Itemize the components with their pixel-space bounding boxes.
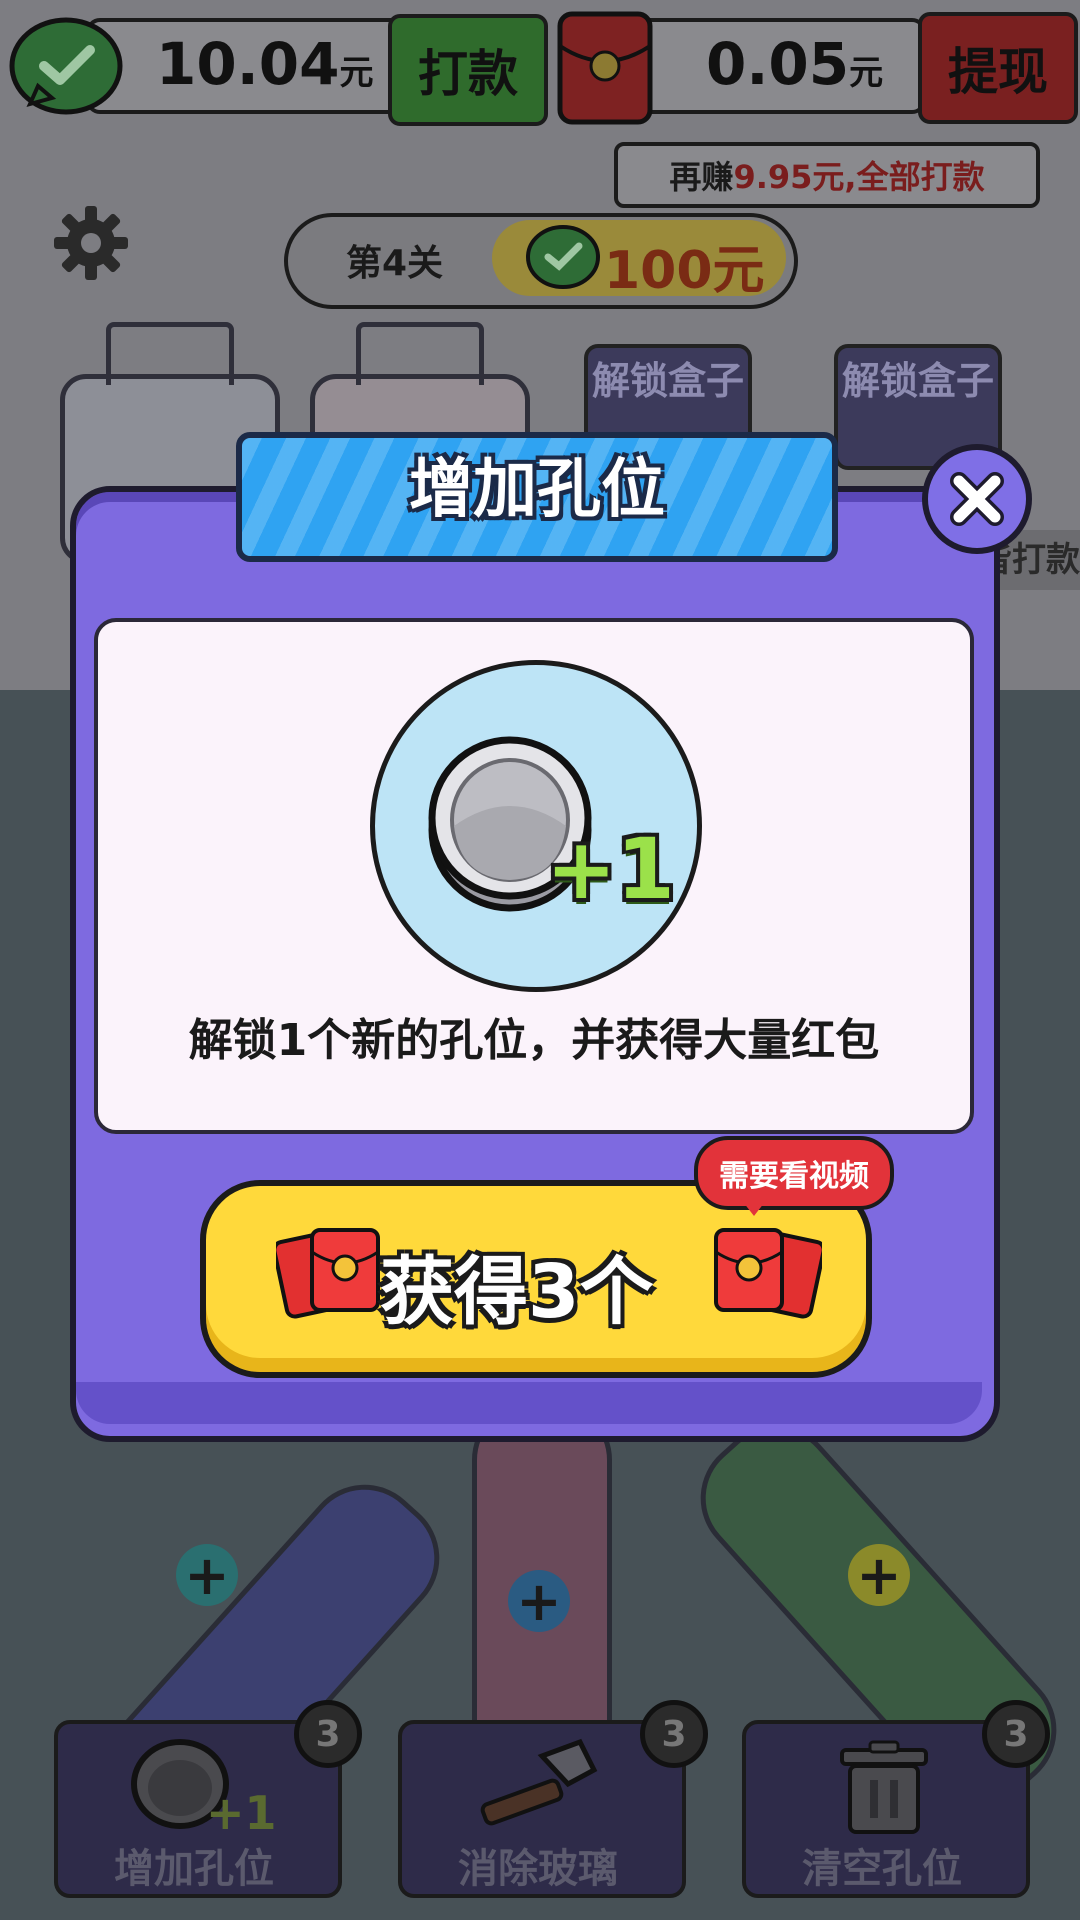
tool-remove-glass-count: 3 xyxy=(640,1700,708,1768)
plus-one-badge: +1 xyxy=(546,820,675,918)
screw-blue[interactable]: + xyxy=(508,1570,570,1633)
tool-add-hole-count: 3 xyxy=(294,1700,362,1768)
screw-teal[interactable]: + xyxy=(176,1544,238,1607)
tool-add-hole-label: 增加孔位 xyxy=(114,1846,274,1892)
red-packet-icon xyxy=(272,1222,386,1322)
level-reward: 100元 xyxy=(604,241,765,301)
close-icon xyxy=(950,472,1004,526)
tool-add-hole-plus: +1 xyxy=(206,1786,277,1840)
hammer-icon xyxy=(468,1736,608,1836)
video-tag-pointer xyxy=(740,1198,768,1216)
box-handle xyxy=(356,322,484,385)
box-handle xyxy=(106,322,234,385)
red-packet-icon xyxy=(712,1222,826,1322)
tool-remove-glass-label: 消除玻璃 xyxy=(458,1846,618,1892)
screw-yellow[interactable]: + xyxy=(848,1544,910,1607)
red-packet-icon xyxy=(556,10,654,126)
gear-icon[interactable] xyxy=(52,204,130,282)
redpacket-amount: 0.05元 xyxy=(706,30,884,98)
dialog-bottom-shade xyxy=(76,1382,982,1424)
withdraw-button[interactable]: 提现 xyxy=(918,12,1078,124)
payout-button[interactable]: 打款 xyxy=(388,14,548,126)
withdraw-button-label: 提现 xyxy=(948,43,1048,101)
earn-more-tip: 再赚 9.95元 ,全部打款 xyxy=(614,142,1040,208)
tool-clear-holes-count: 3 xyxy=(982,1700,1050,1768)
dialog-description: 解锁1个新的孔位，并获得大量红包 xyxy=(188,1015,880,1066)
level-label: 第4关 xyxy=(346,243,444,284)
get-three-label: 获得3个 xyxy=(380,1249,654,1335)
trash-icon xyxy=(836,1740,932,1836)
payout-button-label: 打款 xyxy=(418,45,518,103)
dialog-title: 增加孔位 xyxy=(409,453,665,527)
wechat-icon xyxy=(524,224,602,294)
cash-amount: 10.04元 xyxy=(156,30,374,98)
close-button[interactable] xyxy=(922,444,1032,554)
wechat-icon xyxy=(8,16,126,120)
watch-video-tag: 需要看视频 xyxy=(694,1136,894,1210)
tool-clear-holes-label: 清空孔位 xyxy=(802,1846,962,1892)
